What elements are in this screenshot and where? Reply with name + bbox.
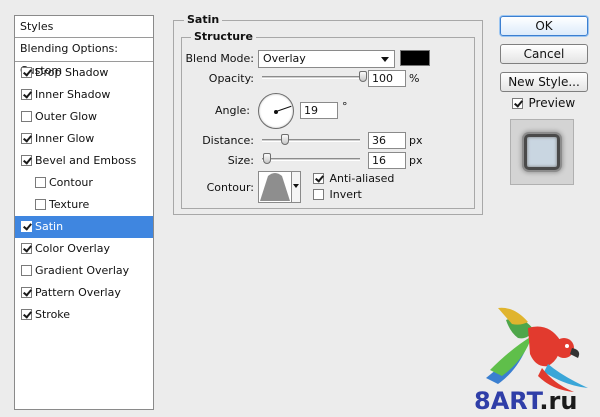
opacity-slider-track[interactable] <box>262 76 364 79</box>
anti-aliased-checkbox[interactable] <box>313 173 324 184</box>
style-item-checkbox[interactable] <box>21 309 32 320</box>
angle-dial-needle <box>276 105 292 112</box>
style-item-checkbox[interactable] <box>21 243 32 254</box>
size-slider-track[interactable] <box>262 158 360 161</box>
contour-dropdown-arrow-icon[interactable] <box>291 172 300 202</box>
distance-slider-thumb[interactable] <box>280 134 289 145</box>
angle-input[interactable]: 19 <box>300 102 338 119</box>
cancel-button[interactable]: Cancel <box>500 44 588 64</box>
style-preview-thumbnail <box>510 119 574 185</box>
parrot-logo-icon <box>486 307 588 392</box>
angle-unit: ° <box>342 100 348 113</box>
style-item-label: Pattern Overlay <box>35 286 121 299</box>
preview-option[interactable]: Preview <box>512 96 576 112</box>
anti-aliased-label: Anti-aliased <box>329 172 395 185</box>
ok-button[interactable]: OK <box>500 16 588 36</box>
style-item-label: Contour <box>49 176 93 189</box>
style-item-checkbox[interactable] <box>21 133 32 144</box>
invert-option[interactable]: Invert <box>313 188 362 203</box>
size-input[interactable]: 16 <box>368 152 406 169</box>
style-item-color-overlay[interactable]: Color Overlay <box>15 238 153 260</box>
style-items-list: Drop Shadow Inner Shadow Outer Glow Inner G… <box>15 62 153 326</box>
style-item-checkbox[interactable] <box>21 265 32 276</box>
style-item-inner-glow[interactable]: Inner Glow <box>15 128 153 150</box>
blend-mode-value: Overlay <box>263 52 306 65</box>
style-item-gradient-overlay[interactable]: Gradient Overlay <box>15 260 153 282</box>
style-item-checkbox[interactable] <box>35 177 46 188</box>
chevron-down-icon <box>381 57 389 62</box>
watermark-text: 8ART.ru <box>474 387 577 415</box>
invert-checkbox[interactable] <box>313 189 324 200</box>
structure-group-title: Structure <box>191 30 256 43</box>
preview-checkbox[interactable] <box>512 98 523 109</box>
satin-group-title: Satin <box>184 13 223 26</box>
distance-unit: px <box>409 134 423 147</box>
style-item-checkbox[interactable] <box>21 89 32 100</box>
style-item-pattern-overlay[interactable]: Pattern Overlay <box>15 282 153 304</box>
style-item-outer-glow[interactable]: Outer Glow <box>15 106 153 128</box>
new-style-button[interactable]: New Style... <box>500 72 588 92</box>
size-label: Size: <box>227 154 254 167</box>
style-item-label: Texture <box>49 198 90 211</box>
style-item-checkbox[interactable] <box>21 287 32 298</box>
style-item-checkbox[interactable] <box>21 111 32 122</box>
anti-aliased-option[interactable]: Anti-aliased <box>313 172 395 187</box>
style-item-drop-shadow[interactable]: Drop Shadow <box>15 62 153 84</box>
opacity-unit: % <box>409 72 420 85</box>
invert-label: Invert <box>329 188 362 201</box>
contour-label: Contour: <box>206 181 254 194</box>
watermark-brand: 8ART <box>474 387 540 415</box>
blend-mode-select[interactable]: Overlay <box>258 50 395 68</box>
style-item-contour[interactable]: Contour <box>15 172 153 194</box>
style-item-label: Bevel and Emboss <box>35 154 137 167</box>
blending-options-item[interactable]: Blending Options: Custom <box>15 38 153 77</box>
preview-swatch <box>524 134 560 170</box>
style-item-checkbox[interactable] <box>35 199 46 210</box>
angle-label: Angle: <box>214 104 250 117</box>
style-item-inner-shadow[interactable]: Inner Shadow <box>15 84 153 106</box>
style-item-bevel-and-emboss[interactable]: Bevel and Emboss <box>15 150 153 172</box>
blend-mode-label: Blend Mode: <box>185 52 255 65</box>
preview-label: Preview <box>528 96 576 110</box>
contour-curve-icon <box>260 173 290 201</box>
styles-list-panel: Styles Blending Options: Custom Drop Sha… <box>14 15 154 410</box>
style-item-label: Gradient Overlay <box>35 264 130 277</box>
style-item-label: Inner Glow <box>35 132 95 145</box>
blend-color-swatch[interactable] <box>400 50 430 66</box>
distance-slider-track[interactable] <box>262 139 360 142</box>
styles-header[interactable]: Styles <box>15 16 153 38</box>
style-item-checkbox[interactable] <box>21 221 32 232</box>
angle-dial[interactable] <box>258 93 294 129</box>
opacity-slider-thumb[interactable] <box>359 71 367 82</box>
size-slider-thumb[interactable] <box>262 153 271 164</box>
style-item-checkbox[interactable] <box>21 67 32 78</box>
contour-picker[interactable] <box>258 171 301 203</box>
style-item-label: Drop Shadow <box>35 66 109 79</box>
distance-input[interactable]: 36 <box>368 132 406 149</box>
opacity-input[interactable]: 100 <box>368 70 406 87</box>
style-item-stroke[interactable]: Stroke <box>15 304 153 326</box>
style-item-label: Satin <box>35 220 64 233</box>
style-item-label: Outer Glow <box>35 110 98 123</box>
style-item-satin[interactable]: Satin <box>15 216 153 238</box>
opacity-label: Opacity: <box>208 72 254 85</box>
style-item-label: Color Overlay <box>35 242 110 255</box>
style-item-label: Inner Shadow <box>35 88 111 101</box>
distance-label: Distance: <box>202 134 254 147</box>
watermark-tld: .ru <box>539 387 578 415</box>
size-unit: px <box>409 154 423 167</box>
style-item-checkbox[interactable] <box>21 155 32 166</box>
style-item-texture[interactable]: Texture <box>15 194 153 216</box>
style-item-label: Stroke <box>35 308 71 321</box>
